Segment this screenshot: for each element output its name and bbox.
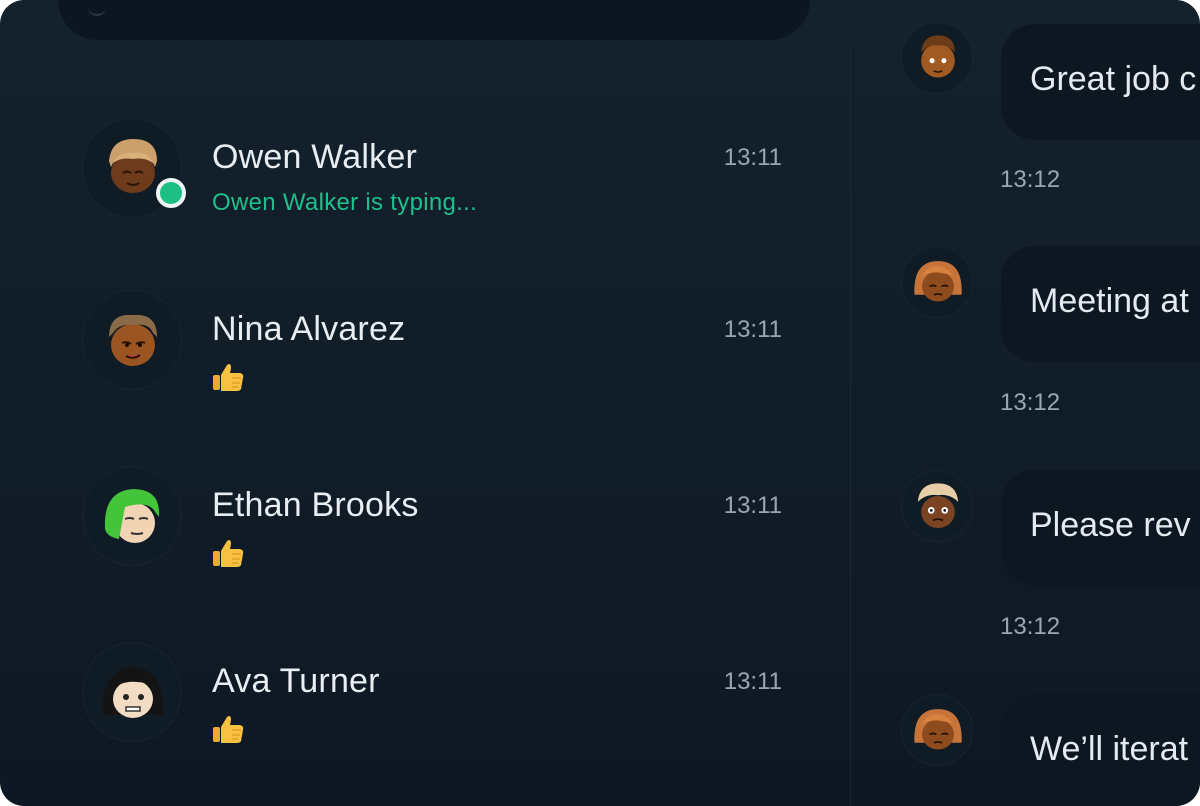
chat-app-window: Owen Walker 13:11 Owen Walker is typing.… — [0, 0, 1200, 806]
message-time: 13:12 — [1000, 166, 1061, 193]
conversation-item-ava-turner[interactable]: Ava Turner 13:11 — [60, 642, 820, 792]
contact-name: Owen Walker — [212, 138, 417, 176]
message-bubble: Please rev — [1001, 470, 1200, 586]
conversation-item-nina-alvarez[interactable]: Nina Alvarez 13:11 — [60, 290, 820, 440]
thumbs-up-emoji-icon — [213, 364, 244, 391]
thumbs-up-emoji-icon — [213, 540, 244, 567]
conversation-item-ethan-brooks[interactable]: Ethan Brooks 13:11 — [60, 466, 820, 616]
contact-name: Ethan Brooks — [212, 486, 419, 524]
sender-avatar-icon — [901, 246, 973, 318]
sender-avatar-icon — [901, 694, 973, 766]
sender-avatar-icon — [901, 470, 973, 542]
green-hair-person-avatar-icon — [82, 466, 182, 566]
message-text: Great job c — [1030, 60, 1197, 98]
message-text: We’ll iterat — [1030, 730, 1189, 768]
message-bubble: We’ll iterat — [1001, 694, 1200, 806]
last-message-time: 13:11 — [723, 144, 782, 171]
chat-message-pane: Great job c 13:12 Meeting at 13:12 Pleas… — [851, 0, 1200, 806]
thumbs-up-emoji-icon — [213, 716, 244, 743]
message-text: Please rev — [1030, 506, 1191, 544]
message-time: 13:12 — [1000, 389, 1061, 416]
message-bubble: Great job c — [1001, 24, 1200, 140]
message-text: Meeting at — [1030, 282, 1189, 320]
online-status-indicator — [156, 178, 186, 208]
contact-name: Ava Turner — [212, 662, 380, 700]
brown-hair-person-avatar-icon — [82, 290, 182, 390]
conversation-list: Owen Walker 13:11 Owen Walker is typing.… — [0, 0, 850, 806]
sender-avatar-icon — [901, 22, 973, 94]
typing-indicator-text: Owen Walker is typing... — [212, 189, 478, 216]
black-hair-person-avatar-icon — [82, 642, 182, 742]
conversation-item-owen-walker[interactable]: Owen Walker 13:11 Owen Walker is typing.… — [60, 118, 820, 268]
last-message-time: 13:11 — [723, 668, 782, 695]
last-message-time: 13:11 — [723, 316, 782, 343]
contact-name: Nina Alvarez — [212, 310, 406, 348]
last-message-time: 13:11 — [723, 492, 782, 519]
message-bubble: Meeting at — [1001, 246, 1200, 362]
message-time: 13:12 — [1000, 613, 1061, 640]
